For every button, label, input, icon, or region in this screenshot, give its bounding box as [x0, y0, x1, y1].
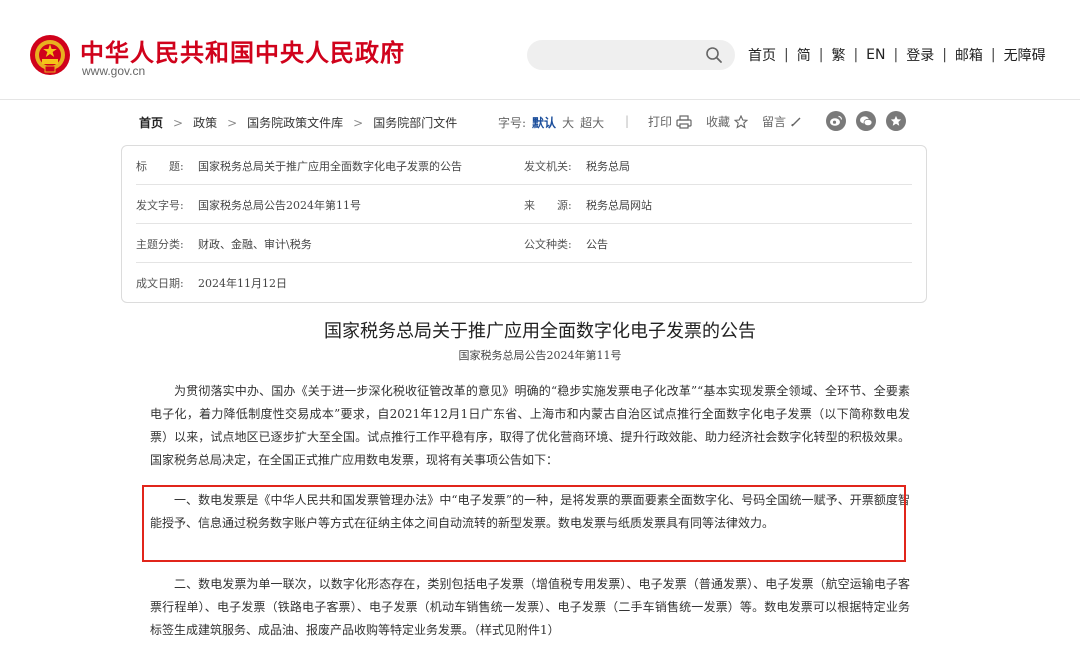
comment-button[interactable]: 留言: [762, 113, 802, 130]
nav-home[interactable]: 首页: [748, 45, 776, 65]
document-info-table: 标 题: 国家税务总局关于推广应用全面数字化电子发票的公告 发文机关: 税务总局 发…: [121, 145, 927, 303]
info-topic: 主题分类: 财政、金融、审计\税务: [136, 236, 312, 252]
nav-traditional[interactable]: 繁: [831, 45, 845, 65]
article-title: 国家税务总局关于推广应用全面数字化电子发票的公告: [324, 321, 756, 342]
search-icon[interactable]: [705, 46, 723, 64]
nav-mailbox[interactable]: 邮箱: [955, 45, 983, 65]
info-doc-number: 发文字号: 国家税务总局公告2024年第11号: [136, 197, 361, 213]
comment-label: 留言: [762, 115, 787, 129]
info-label: 发文字号:: [136, 199, 184, 212]
national-emblem-icon[interactable]: [28, 33, 72, 77]
font-size-large[interactable]: 大: [562, 116, 574, 130]
info-source: 来 源: 税务总局网站: [524, 197, 652, 213]
font-size-selector: 字号: 默认大超大: [498, 114, 604, 131]
article-paragraph: 二、数电发票为单一联次，以数字化形态存在，类别包括电子发票（增值税专用发票）、电…: [150, 577, 910, 637]
search-box[interactable]: [527, 40, 735, 70]
article-paragraph: 为贯彻落实中办、国办《关于进一步深化税收征管改革的意见》明确的“稳步实施发票电子…: [150, 384, 910, 467]
share-bar: [826, 111, 916, 131]
info-value: 税务总局网站: [586, 199, 652, 212]
article-tools: 打印 收藏 留言: [648, 113, 816, 130]
info-value: 公告: [586, 238, 608, 251]
print-label: 打印: [648, 115, 673, 129]
printer-icon: [676, 114, 692, 129]
site-url[interactable]: www.gov.cn: [82, 64, 145, 78]
site-title[interactable]: 中华人民共和国中央人民政府: [80, 33, 405, 68]
weibo-icon[interactable]: [826, 111, 846, 131]
info-label: 成文日期:: [136, 277, 184, 290]
highlight-box: [142, 485, 906, 562]
info-issuer: 发文机关: 税务总局: [524, 158, 630, 174]
info-date: 成文日期: 2024年11月12日: [136, 275, 287, 291]
info-label: 公文种类:: [524, 238, 572, 251]
chevron-right-icon: >: [227, 115, 238, 130]
info-row: 主题分类: 财政、金融、审计\税务 公文种类: 公告: [136, 224, 912, 263]
nav-login[interactable]: 登录: [906, 45, 934, 65]
font-size-label: 字号:: [498, 116, 527, 130]
breadcrumb-policy[interactable]: 政策: [193, 114, 217, 131]
favorite-button[interactable]: 收藏: [706, 113, 749, 130]
nav-divider: |: [942, 47, 947, 63]
wechat-icon[interactable]: [856, 111, 876, 131]
info-value: 财政、金融、审计\税务: [198, 238, 312, 251]
nav-simplified[interactable]: 简: [797, 45, 811, 65]
nav-divider: |: [893, 47, 899, 63]
breadcrumb-home[interactable]: 首页: [139, 114, 163, 131]
info-title: 标 题: 国家税务总局关于推广应用全面数字化电子发票的公告: [136, 158, 462, 174]
info-value: 税务总局: [586, 160, 630, 173]
info-value: 国家税务总局公告2024年第11号: [198, 199, 361, 212]
chevron-right-icon: >: [353, 115, 364, 130]
info-row: 标 题: 国家税务总局关于推广应用全面数字化电子发票的公告 发文机关: 税务总局: [136, 146, 912, 185]
top-nav: 首页 | 简 | 繁 | EN | 登录 | 邮箱 | 无障碍: [748, 45, 1046, 65]
info-doc-type: 公文种类: 公告: [524, 236, 608, 252]
info-value: 国家税务总局关于推广应用全面数字化电子发票的公告: [198, 160, 462, 173]
nav-divider: |: [818, 47, 824, 63]
breadcrumb: 首页 > 政策 > 国务院政策文件库 > 国务院部门文件: [139, 114, 457, 131]
pencil-icon: [791, 117, 801, 126]
nav-divider: |: [784, 47, 789, 63]
chevron-right-icon: >: [173, 115, 184, 130]
font-size-default[interactable]: 默认: [532, 116, 556, 130]
nav-divider: |: [853, 47, 859, 63]
info-label: 发文机关:: [524, 160, 572, 173]
info-value: 2024年11月12日: [198, 277, 287, 290]
breadcrumb-policy-library[interactable]: 国务院政策文件库: [247, 114, 343, 131]
star-outline-icon: [734, 114, 749, 129]
tool-divider: |: [625, 114, 630, 128]
info-label: 标 题:: [136, 160, 184, 173]
nav-divider: |: [990, 47, 996, 63]
info-row: 发文字号: 国家税务总局公告2024年第11号 来 源: 税务总局网站: [136, 185, 912, 224]
site-header: 中华人民共和国中央人民政府 www.gov.cn 首页 | 简 | 繁 | EN…: [0, 0, 1080, 100]
article-doc-number: 国家税务总局公告2024年第11号: [458, 349, 622, 362]
breadcrumb-department-docs[interactable]: 国务院部门文件: [373, 114, 457, 131]
info-label: 来 源:: [524, 199, 572, 212]
info-row: 成文日期: 2024年11月12日: [136, 263, 912, 301]
info-label: 主题分类:: [136, 238, 184, 251]
header-divider: [0, 99, 1080, 100]
nav-english[interactable]: EN: [866, 47, 885, 63]
search-input[interactable]: [541, 45, 705, 67]
print-button[interactable]: 打印: [648, 113, 692, 130]
font-size-xlarge[interactable]: 超大: [580, 116, 604, 130]
nav-accessibility[interactable]: 无障碍: [1004, 45, 1046, 65]
favorite-label: 收藏: [706, 115, 731, 129]
star-icon[interactable]: [886, 111, 906, 131]
